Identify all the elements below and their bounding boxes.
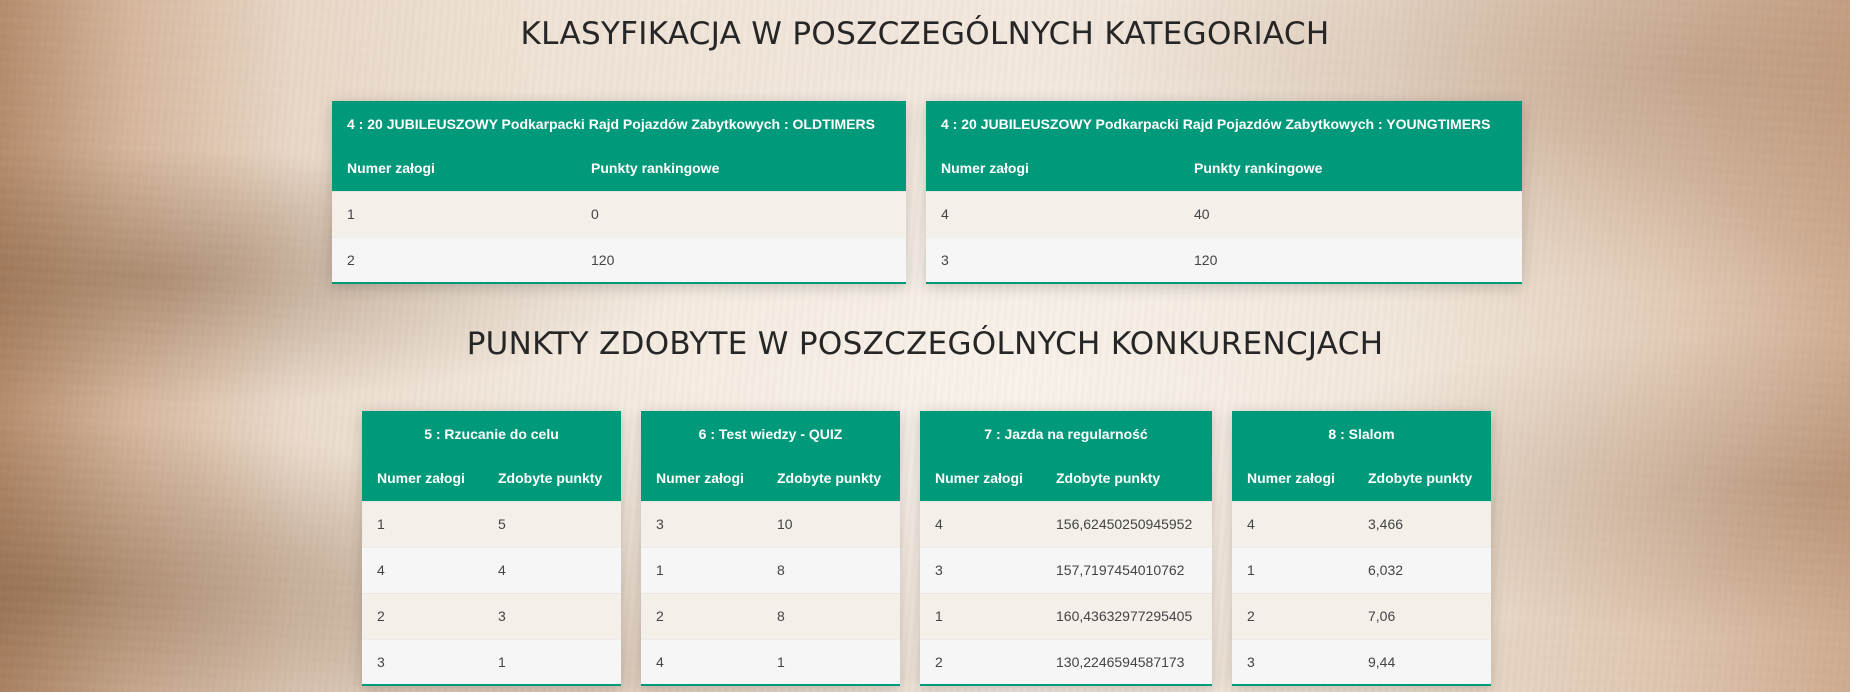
column-header-points: Zdobyte punkty — [1056, 470, 1161, 487]
column-header-ranking-points: Punkty rankingowe — [591, 160, 720, 177]
column-header-crew-number: Numer załogi — [377, 470, 465, 487]
table-header-row: Numer załogi Zdobyte punkty — [1232, 456, 1491, 501]
table-caption-row: 6 : Test wiedzy - QUIZ — [641, 411, 900, 456]
crew-number-cell: 3 — [362, 638, 483, 686]
column-header-crew-number: Numer załogi — [347, 160, 435, 177]
crew-number-cell: 4 — [920, 500, 1041, 547]
table-row: 3 10 — [641, 500, 900, 547]
crew-number-cell: 1 — [332, 190, 576, 237]
points-cell: 40 — [1179, 190, 1522, 237]
table-row: 28 — [641, 592, 900, 639]
table-header-row: Numer załogi Zdobyte punkty — [641, 456, 900, 501]
points-cell: 156,62450250945952 — [1041, 500, 1212, 547]
table-caption-row: 7 : Jazda na regularność — [920, 411, 1212, 456]
points-cell: 3 — [483, 592, 621, 639]
table-caption: 4 : 20 JUBILEUSZOWY Podkarpacki Rajd Poj… — [347, 115, 875, 132]
column-header-crew-number: Numer załogi — [935, 470, 1023, 487]
crew-number-cell: 2 — [1232, 592, 1353, 639]
column-header-crew-number: Numer załogi — [656, 470, 744, 487]
table-row: 1 160,43632977295405 — [920, 592, 1212, 639]
points-cell: 8 — [762, 546, 900, 593]
table-row: 15 — [362, 500, 621, 547]
crew-number-cell: 4 — [926, 190, 1179, 237]
table-row: 2 130,2246594587173 — [920, 638, 1212, 686]
table-caption: 5 : Rzucanie do celu — [424, 425, 559, 442]
table-header-row: Numer załogi Punkty rankingowe — [332, 146, 906, 191]
points-cell: 0 — [576, 190, 906, 237]
competition-table-target-throwing: 5 : Rzucanie do celu Numer załogi Zdobyt… — [362, 411, 621, 686]
points-cell: 6,032 — [1353, 546, 1491, 593]
crew-number-cell: 3 — [920, 546, 1041, 593]
crew-number-cell: 2 — [332, 236, 576, 284]
crew-number-cell: 4 — [362, 546, 483, 593]
points-cell: 7,06 — [1353, 592, 1491, 639]
points-cell: 120 — [1179, 236, 1522, 284]
crew-number-cell: 1 — [920, 592, 1041, 639]
points-cell: 10 — [762, 500, 900, 547]
points-cell: 120 — [576, 236, 906, 284]
crew-number-cell: 1 — [362, 500, 483, 547]
table-row: 18 — [641, 546, 900, 593]
table-caption-row: 4 : 20 JUBILEUSZOWY Podkarpacki Rajd Poj… — [926, 101, 1522, 146]
points-cell: 157,7197454010762 — [1041, 546, 1212, 593]
crew-number-cell: 4 — [641, 638, 762, 686]
table-row: 2 120 — [332, 236, 906, 284]
competition-table-regularity-drive: 7 : Jazda na regularność Numer załogi Zd… — [920, 411, 1212, 686]
category-table-youngtimers: 4 : 20 JUBILEUSZOWY Podkarpacki Rajd Poj… — [926, 101, 1522, 284]
crew-number-cell: 3 — [1232, 638, 1353, 686]
table-row: 2 7,06 — [1232, 592, 1491, 639]
table-row: 1 6,032 — [1232, 546, 1491, 593]
column-header-ranking-points: Punkty rankingowe — [1194, 160, 1323, 177]
table-row: 41 — [641, 638, 900, 686]
table-caption-row: 4 : 20 JUBILEUSZOWY Podkarpacki Rajd Poj… — [332, 101, 906, 146]
points-cell: 3,466 — [1353, 500, 1491, 547]
crew-number-cell: 2 — [362, 592, 483, 639]
table-row: 3 120 — [926, 236, 1522, 284]
table-row: 44 — [362, 546, 621, 593]
table-caption-row: 8 : Slalom — [1232, 411, 1491, 456]
table-row: 4 3,466 — [1232, 500, 1491, 547]
table-header-row: Numer załogi Zdobyte punkty — [362, 456, 621, 501]
competition-table-slalom: 8 : Slalom Numer załogi Zdobyte punkty 4… — [1232, 411, 1491, 686]
column-header-points: Zdobyte punkty — [777, 470, 882, 487]
crew-number-cell: 4 — [1232, 500, 1353, 547]
points-cell: 1 — [762, 638, 900, 686]
table-row: 3 9,44 — [1232, 638, 1491, 686]
column-header-crew-number: Numer załogi — [941, 160, 1029, 177]
table-caption: 8 : Slalom — [1328, 425, 1395, 442]
competition-table-quiz: 6 : Test wiedzy - QUIZ Numer załogi Zdob… — [641, 411, 900, 686]
crew-number-cell: 3 — [926, 236, 1179, 284]
category-classification-heading: KLASYFIKACJA W POSZCZEGÓLNYCH KATEGORIAC… — [520, 16, 1330, 52]
table-header-row: Numer załogi Punkty rankingowe — [926, 146, 1522, 191]
competition-points-heading: PUNKTY ZDOBYTE W POSZCZEGÓLNYCH KONKUREN… — [466, 326, 1384, 362]
table-caption: 6 : Test wiedzy - QUIZ — [698, 425, 843, 442]
table-row: 23 — [362, 592, 621, 639]
points-cell: 5 — [483, 500, 621, 547]
points-cell: 9,44 — [1353, 638, 1491, 686]
points-cell: 8 — [762, 592, 900, 639]
points-cell: 130,2246594587173 — [1041, 638, 1212, 686]
table-row: 4 40 — [926, 190, 1522, 237]
table-row: 1 0 — [332, 190, 906, 237]
column-header-crew-number: Numer załogi — [1247, 470, 1335, 487]
table-caption-row: 5 : Rzucanie do celu — [362, 411, 621, 456]
points-cell: 160,43632977295405 — [1041, 592, 1212, 639]
crew-number-cell: 1 — [1232, 546, 1353, 593]
table-header-row: Numer załogi Zdobyte punkty — [920, 456, 1212, 501]
crew-number-cell: 2 — [641, 592, 762, 639]
table-row: 31 — [362, 638, 621, 686]
crew-number-cell: 1 — [641, 546, 762, 593]
table-caption: 4 : 20 JUBILEUSZOWY Podkarpacki Rajd Poj… — [941, 115, 1491, 132]
table-row: 3 157,7197454010762 — [920, 546, 1212, 593]
column-header-points: Zdobyte punkty — [1368, 470, 1473, 487]
crew-number-cell: 2 — [920, 638, 1041, 686]
crew-number-cell: 3 — [641, 500, 762, 547]
table-row: 4 156,62450250945952 — [920, 500, 1212, 547]
points-cell: 4 — [483, 546, 621, 593]
column-header-points: Zdobyte punkty — [498, 470, 603, 487]
category-table-oldtimers: 4 : 20 JUBILEUSZOWY Podkarpacki Rajd Poj… — [332, 101, 906, 284]
points-cell: 1 — [483, 638, 621, 686]
table-caption: 7 : Jazda na regularność — [984, 425, 1148, 442]
